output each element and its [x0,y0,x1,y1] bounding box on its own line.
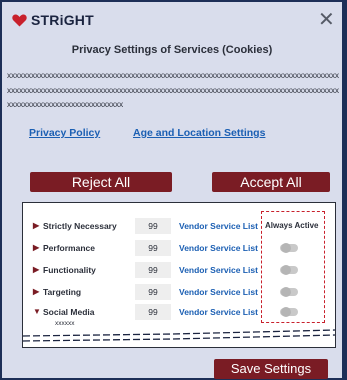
vendor-service-list-link[interactable]: Vendor Service List [179,221,258,231]
toggle-knob [281,243,291,253]
category-row-performance[interactable]: ▶ Performance 99 Vendor Service List [23,238,335,258]
vendor-service-list-link[interactable]: Vendor Service List [179,243,258,253]
category-row-functionality[interactable]: ▶ Functionality 99 Vendor Service List [23,260,335,280]
vendor-service-list-link[interactable]: Vendor Service List [179,265,258,275]
toggle-knob [281,265,291,275]
collapse-arrow-icon[interactable]: ▼ [33,307,41,316]
brand-logo: STRiGHT [12,12,94,28]
category-label: Strictly Necessary [43,221,117,231]
category-label: Social Media [43,307,95,317]
expand-arrow-icon[interactable]: ▶ [33,265,41,274]
category-count: 99 [135,304,171,320]
category-count: 99 [135,240,171,256]
dialog-header: STRiGHT ✕ [2,2,342,38]
toggle-knob [281,307,291,317]
category-row-targeting[interactable]: ▶ Targeting 99 Vendor Service List [23,282,335,302]
targeting-toggle[interactable] [280,287,298,297]
expand-arrow-icon[interactable]: ▶ [33,221,41,230]
dialog-title: Privacy Settings of Services (Cookies) [71,44,273,56]
performance-toggle[interactable] [280,243,298,253]
save-settings-button[interactable]: Save Settings [214,359,328,379]
links-row: Privacy Policy Age and Location Settings [29,127,265,139]
category-row-strictly-necessary[interactable]: ▶ Strictly Necessary 99 Vendor Service L… [23,216,335,236]
accept-all-button[interactable]: Accept All [212,172,330,192]
cookie-dialog: STRiGHT ✕ Privacy Settings of Services (… [2,2,342,379]
dialog-description: xxxxxxxxxxxxxxxxxxxxxxxxxxxxxxxxxxxxxxxx… [7,70,339,109]
expand-arrow-icon[interactable]: ▶ [33,287,41,296]
vendor-service-list-link[interactable]: Vendor Service List [179,287,258,297]
category-label: Functionality [43,265,96,275]
age-location-settings-link[interactable]: Age and Location Settings [133,127,265,139]
reject-all-button[interactable]: Reject All [30,172,172,192]
category-label: Targeting [43,287,82,297]
toggle-knob [281,287,291,297]
vendor-service-list-link[interactable]: Vendor Service List [179,307,258,317]
close-icon[interactable]: ✕ [318,10,335,30]
brand-name: STRiGHT [31,12,94,28]
functionality-toggle[interactable] [280,265,298,275]
category-count: 99 [135,284,171,300]
category-label: Performance [43,243,95,253]
categories-panel: Always Active ▶ Strictly Necessary 99 Ve… [22,202,336,348]
category-count: 99 [135,218,171,234]
category-count: 99 [135,262,171,278]
category-row-social-media[interactable]: ▼ Social Media 99 Vendor Service List [23,302,335,322]
social-media-toggle[interactable] [280,307,298,317]
cut-off-separator [23,329,335,342]
heart-icon [12,13,27,26]
privacy-policy-link[interactable]: Privacy Policy [29,127,100,139]
expand-arrow-icon[interactable]: ▶ [33,243,41,252]
